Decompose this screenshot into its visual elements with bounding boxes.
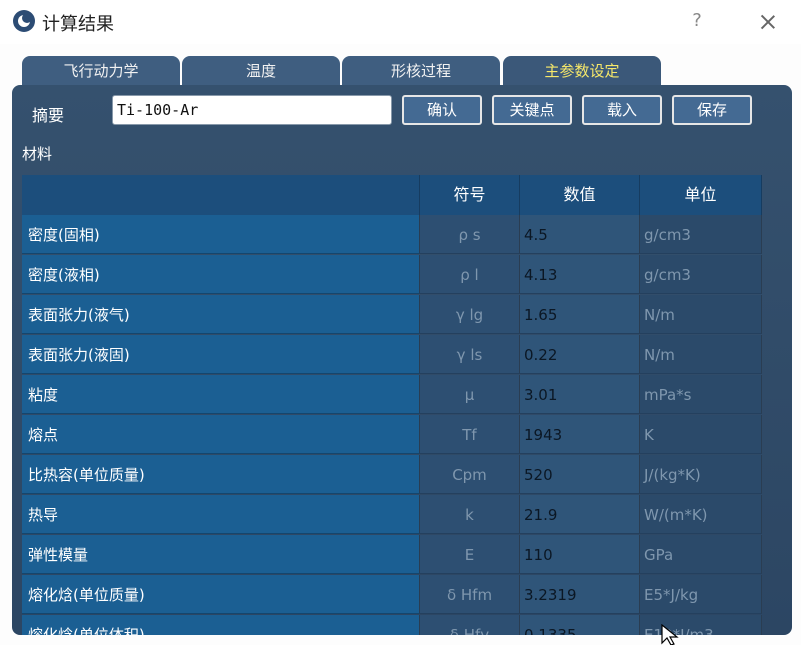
table-row: 热导 k 21.9 W/(m*K) bbox=[22, 495, 762, 535]
cell-value[interactable]: 1.65 bbox=[520, 295, 640, 334]
table-row: 熔化焓(单位体积) δ Hfv 0.1335 E10*J/m3 bbox=[22, 615, 762, 635]
close-icon[interactable] bbox=[754, 8, 782, 36]
cell-symbol: δ Hfm bbox=[420, 575, 520, 614]
cell-value[interactable]: 0.22 bbox=[520, 335, 640, 374]
table-row: 密度(固相) ρ s 4.5 g/cm3 bbox=[22, 215, 762, 255]
table-header: 符号 数值 单位 bbox=[22, 175, 762, 215]
cell-value[interactable]: 4.13 bbox=[520, 255, 640, 294]
cell-symbol: μ bbox=[420, 375, 520, 414]
tab-flight-dynamics[interactable]: 飞行动力学 bbox=[22, 56, 180, 86]
cell-name: 表面张力(液气) bbox=[22, 295, 420, 334]
cell-value[interactable]: 1943 bbox=[520, 415, 640, 454]
cell-unit: GPa bbox=[640, 535, 762, 574]
cell-symbol: γ lg bbox=[420, 295, 520, 334]
cell-name: 熔点 bbox=[22, 415, 420, 454]
cell-value[interactable]: 0.1335 bbox=[520, 615, 640, 635]
section-label-material: 材料 bbox=[22, 145, 53, 163]
cell-symbol: E bbox=[420, 535, 520, 574]
table-row: 熔点 Tf 1943 K bbox=[22, 415, 762, 455]
cell-name: 比热容(单位质量) bbox=[22, 455, 420, 494]
table-row: 粘度 μ 3.01 mPa*s bbox=[22, 375, 762, 415]
cell-value[interactable]: 110 bbox=[520, 535, 640, 574]
cell-unit: g/cm3 bbox=[640, 255, 762, 294]
save-button[interactable]: 保存 bbox=[672, 95, 752, 125]
tab-main-params[interactable]: 主参数设定 bbox=[503, 56, 661, 86]
cell-symbol: ρ s bbox=[420, 215, 520, 254]
header-value: 数值 bbox=[520, 175, 640, 215]
keypoints-button[interactable]: 关键点 bbox=[492, 95, 572, 125]
header-unit: 单位 bbox=[640, 175, 762, 215]
cell-name: 密度(固相) bbox=[22, 215, 420, 254]
cell-symbol: γ ls bbox=[420, 335, 520, 374]
cell-unit: J/(kg*K) bbox=[640, 455, 762, 494]
cell-name: 表面张力(液固) bbox=[22, 335, 420, 374]
cell-unit: E10*J/m3 bbox=[640, 615, 762, 635]
cell-unit: N/m bbox=[640, 335, 762, 374]
cell-value[interactable]: 3.2319 bbox=[520, 575, 640, 614]
window-title: 计算结果 bbox=[42, 14, 114, 35]
cell-unit: E5*J/kg bbox=[640, 575, 762, 614]
cell-unit: mPa*s bbox=[640, 375, 762, 414]
table-row: 比热容(单位质量) Cpm 520 J/(kg*K) bbox=[22, 455, 762, 495]
cell-unit: N/m bbox=[640, 295, 762, 334]
cell-value[interactable]: 520 bbox=[520, 455, 640, 494]
table-row: 熔化焓(单位质量) δ Hfm 3.2319 E5*J/kg bbox=[22, 575, 762, 615]
cell-name: 粘度 bbox=[22, 375, 420, 414]
app-logo-icon bbox=[13, 10, 35, 32]
cell-symbol: δ Hfv bbox=[420, 615, 520, 635]
tab-nucleation[interactable]: 形核过程 bbox=[342, 56, 500, 86]
confirm-button[interactable]: 确认 bbox=[402, 95, 482, 125]
header-name bbox=[22, 175, 420, 215]
cell-name: 弹性模量 bbox=[22, 535, 420, 574]
load-button[interactable]: 载入 bbox=[582, 95, 662, 125]
table-row: 密度(液相) ρ l 4.13 g/cm3 bbox=[22, 255, 762, 295]
cell-unit: g/cm3 bbox=[640, 215, 762, 254]
cell-value[interactable]: 4.5 bbox=[520, 215, 640, 254]
cell-symbol: ρ l bbox=[420, 255, 520, 294]
mouse-cursor-icon bbox=[661, 624, 679, 645]
cell-name: 密度(液相) bbox=[22, 255, 420, 294]
material-table: 符号 数值 单位 密度(固相) ρ s 4.5 g/cm3 密度(液相) ρ l 4.13 g… bbox=[22, 175, 762, 635]
help-button[interactable]: ? bbox=[686, 10, 708, 34]
table-row: 表面张力(液固) γ ls 0.22 N/m bbox=[22, 335, 762, 375]
cell-unit: K bbox=[640, 415, 762, 454]
summary-label: 摘要 bbox=[32, 106, 65, 125]
table-row: 弹性模量 E 110 GPa bbox=[22, 535, 762, 575]
cell-value[interactable]: 3.01 bbox=[520, 375, 640, 414]
cell-symbol: Tf bbox=[420, 415, 520, 454]
cell-symbol: Cpm bbox=[420, 455, 520, 494]
summary-input[interactable]: Ti-100-Ar bbox=[112, 95, 392, 125]
cell-unit: W/(m*K) bbox=[640, 495, 762, 534]
cell-name: 热导 bbox=[22, 495, 420, 534]
title-bar: 计算结果 ? bbox=[0, 0, 801, 44]
tab-temperature[interactable]: 温度 bbox=[182, 56, 340, 86]
cell-name: 熔化焓(单位体积) bbox=[22, 615, 420, 635]
header-symbol: 符号 bbox=[420, 175, 520, 215]
cell-value[interactable]: 21.9 bbox=[520, 495, 640, 534]
table-row: 表面张力(液气) γ lg 1.65 N/m bbox=[22, 295, 762, 335]
cell-name: 熔化焓(单位质量) bbox=[22, 575, 420, 614]
cell-symbol: k bbox=[420, 495, 520, 534]
